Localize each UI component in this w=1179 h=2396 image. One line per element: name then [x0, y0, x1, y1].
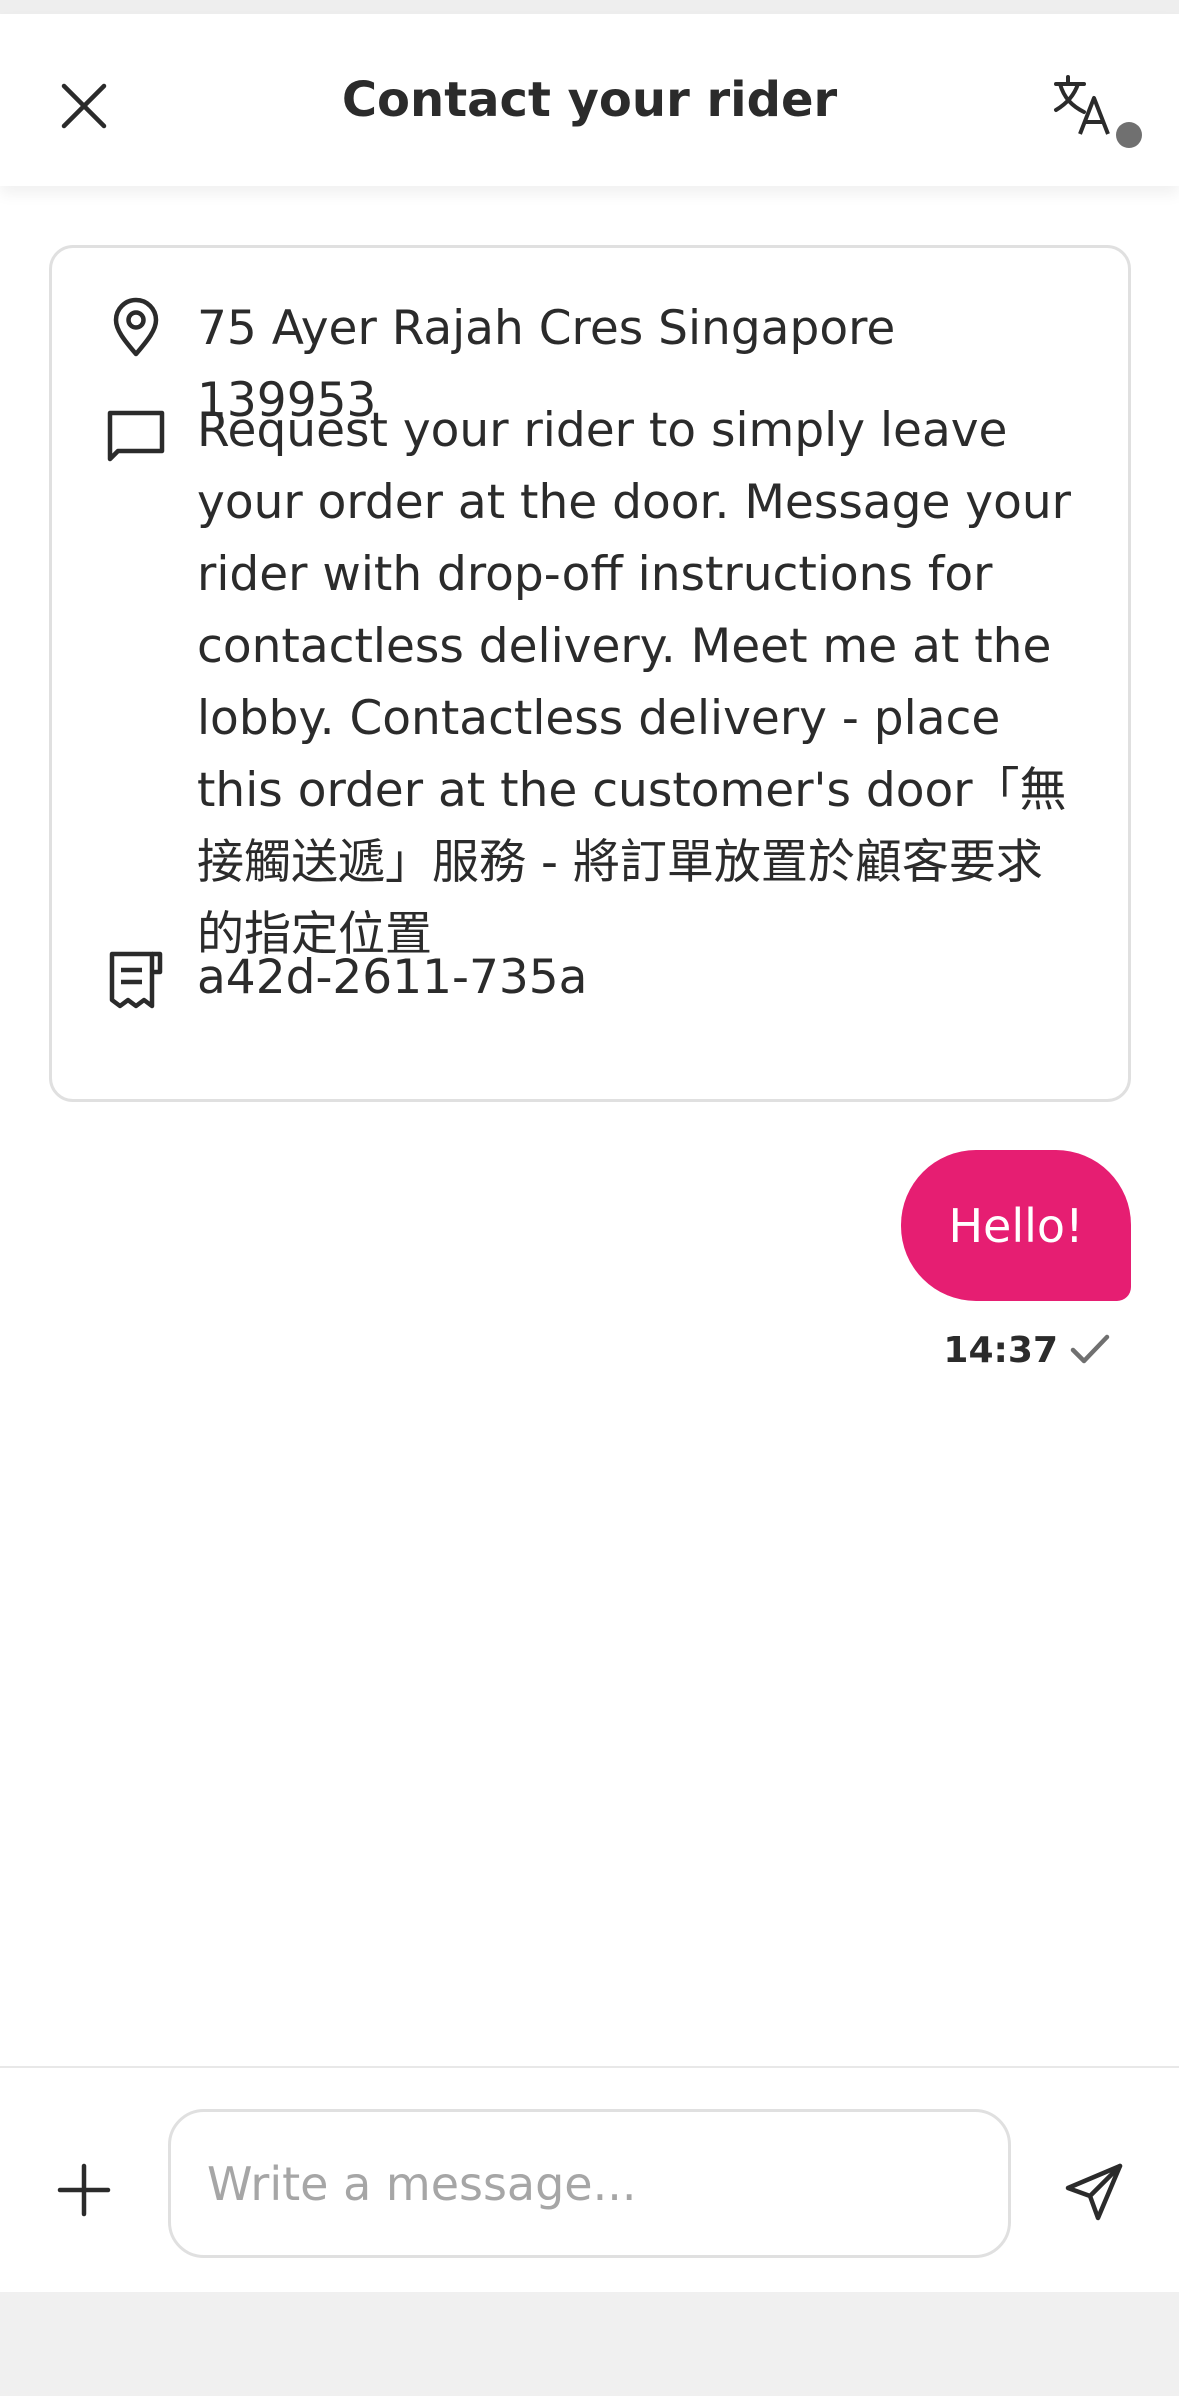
message-meta: 14:37 [900, 1325, 1110, 1375]
translate-indicator-dot [1116, 122, 1142, 148]
sent-message-bubble[interactable]: Hello! [901, 1150, 1131, 1301]
message-timestamp: 14:37 [943, 1329, 1058, 1371]
close-button[interactable] [42, 64, 126, 148]
send-button[interactable] [1050, 2148, 1138, 2236]
message-input[interactable] [168, 2109, 1011, 2258]
translate-button[interactable] [1050, 72, 1146, 168]
header: Contact your rider [0, 14, 1179, 186]
send-icon [1065, 2163, 1123, 2221]
check-icon [1070, 1334, 1110, 1364]
page-title: Contact your rider [341, 72, 838, 128]
delivery-instructions: Request your rider to simply leave your … [197, 403, 1071, 962]
message-composer [0, 2066, 1179, 2292]
status-strip [0, 0, 1179, 14]
message-icon [107, 410, 165, 462]
order-code: a42d-2611-735a [197, 950, 588, 1005]
delivery-info-card: 75 Ayer Rajah Cres Singapore 139953 Requ… [49, 245, 1131, 1102]
location-pin-icon [113, 297, 159, 357]
bottom-safe-area [0, 2292, 1179, 2396]
translate-icon [1054, 75, 1110, 135]
close-icon [61, 83, 107, 129]
plus-icon [57, 2163, 111, 2217]
receipt-icon [109, 951, 163, 1009]
add-attachment-button[interactable] [44, 2150, 124, 2230]
chat-screen: Contact your rider 75 Ayer Rajah Cres Si… [0, 0, 1179, 2396]
